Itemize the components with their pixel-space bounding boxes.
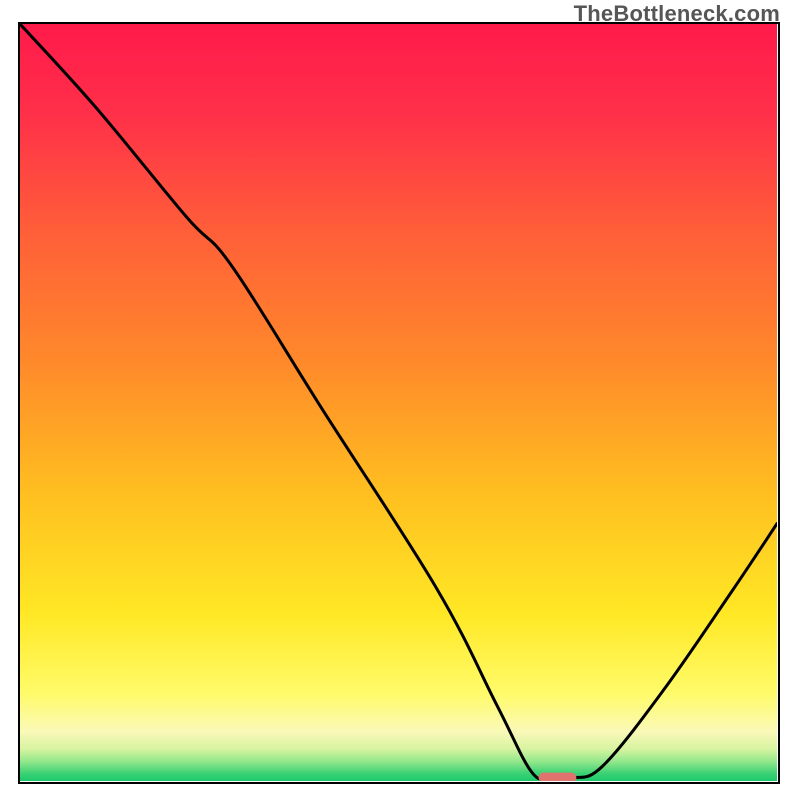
chart-frame — [18, 22, 780, 784]
chart-background — [20, 24, 777, 781]
optimal-marker — [539, 773, 577, 781]
bottleneck-chart — [20, 24, 777, 781]
